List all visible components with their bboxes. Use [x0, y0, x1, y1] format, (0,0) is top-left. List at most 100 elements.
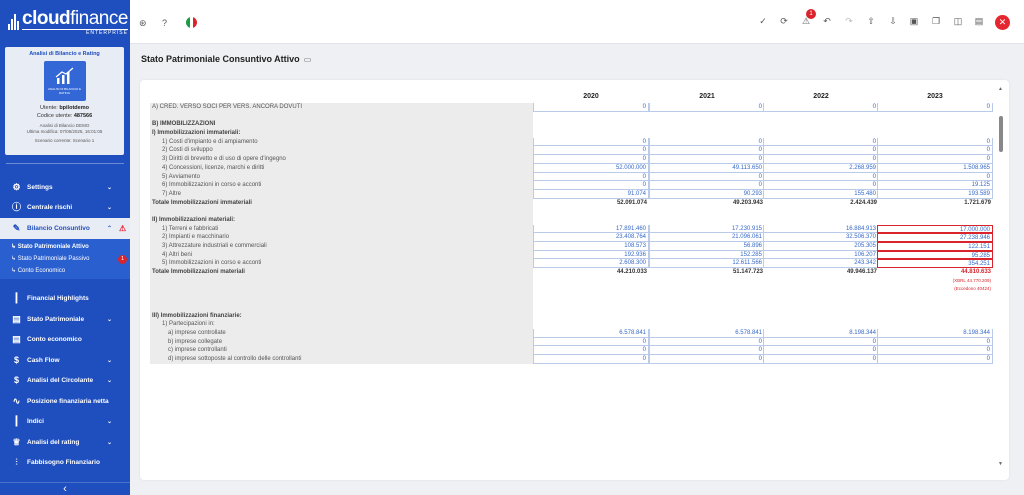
value-input[interactable]: 122.151	[877, 242, 993, 251]
value-input[interactable]: 0	[763, 103, 879, 112]
value-input[interactable]: 0	[533, 346, 649, 355]
value-input[interactable]: 17.000.000	[877, 224, 993, 234]
value-input[interactable]: 155.480	[763, 189, 879, 199]
menu-indici[interactable]: ┃ Indici ⌄	[0, 412, 130, 433]
document-icon[interactable]: ▭	[304, 55, 312, 64]
value-input[interactable]: 0	[533, 337, 649, 347]
value-input[interactable]: 2.608.300	[533, 259, 649, 269]
value-input[interactable]: 19.125	[877, 181, 993, 190]
value-input[interactable]: 193.589	[877, 189, 993, 199]
value-input[interactable]: 91.074	[533, 189, 649, 199]
value-input[interactable]: 32.506.370	[763, 233, 879, 242]
undo-icon[interactable]: ↶	[820, 16, 834, 27]
value-input[interactable]: 192.936	[533, 250, 649, 260]
value-input[interactable]: 0	[877, 346, 993, 355]
value-input[interactable]: 0	[877, 172, 993, 182]
columns-icon[interactable]: ◫	[951, 16, 965, 27]
value-input[interactable]: 0	[649, 346, 765, 355]
value-input[interactable]: 8.198.344	[877, 328, 993, 338]
value-input[interactable]: 0	[763, 337, 879, 347]
value-input[interactable]: 0	[877, 137, 993, 147]
copy-icon[interactable]: ❐	[929, 16, 943, 27]
value-input[interactable]: 17.230.915	[649, 224, 765, 234]
value-input[interactable]: 0	[533, 103, 649, 112]
value-input[interactable]: 354.251	[877, 259, 993, 269]
value-input[interactable]: 0	[533, 172, 649, 182]
scroll-down-icon[interactable]: ▼	[997, 461, 1004, 467]
scrollbar-thumb[interactable]	[999, 116, 1003, 152]
value-input[interactable]: 0	[763, 181, 879, 190]
value-input[interactable]: 52.000.000	[533, 163, 649, 173]
value-input[interactable]: 0	[533, 354, 649, 364]
value-input[interactable]: 2.268.959	[763, 163, 879, 173]
value-input[interactable]: 8.198.344	[763, 328, 879, 338]
app-logo[interactable]: cloudfinance ENTERPRISE	[0, 0, 130, 44]
value-input[interactable]: 243.342	[763, 259, 879, 269]
value-input[interactable]: 6.578.841	[533, 328, 649, 338]
value-input[interactable]: 0	[533, 181, 649, 190]
value-input[interactable]: 0	[533, 137, 649, 147]
value-input[interactable]: 0	[649, 137, 765, 147]
value-input[interactable]: 0	[763, 346, 879, 355]
value-input[interactable]: 0	[649, 172, 765, 182]
value-input[interactable]: 12.611.566	[649, 259, 765, 269]
menu-posizione-finanziaria[interactable]: ∿ Posizione finanziaria netta	[0, 391, 130, 412]
value-input[interactable]: 0	[533, 155, 649, 164]
value-input[interactable]: 0	[649, 103, 765, 112]
value-input[interactable]: 0	[877, 146, 993, 156]
menu-bilancio-consuntivo[interactable]: ✎ Bilancio Consuntivo ⌃ ⚠	[0, 218, 130, 239]
help-icon[interactable]: ?	[162, 18, 167, 28]
menu-cash-flow[interactable]: $ Cash Flow ⌄	[0, 350, 130, 371]
value-input[interactable]: 108.573	[533, 242, 649, 251]
value-input[interactable]: 0	[763, 146, 879, 156]
notes-icon[interactable]: ▤	[972, 16, 986, 27]
value-input[interactable]: 0	[649, 155, 765, 164]
menu-stato-patrimoniale[interactable]: ▤ Stato Patrimoniale ⌄	[0, 309, 130, 330]
support-icon[interactable]: ⊛	[139, 18, 147, 29]
menu-analisi-circolante[interactable]: $ Analisi del Circolante ⌄	[0, 371, 130, 392]
value-input[interactable]: 27.238.946	[877, 233, 993, 242]
menu-financial-highlights[interactable]: ┃ Financial Highlights	[0, 289, 130, 310]
value-input[interactable]: 21.096.061	[649, 233, 765, 242]
value-input[interactable]: 0	[649, 146, 765, 156]
value-input[interactable]: 16.884.913	[763, 224, 879, 234]
value-input[interactable]: 0	[877, 155, 993, 164]
check-icon[interactable]: ✓	[756, 16, 770, 27]
value-input[interactable]: 0	[763, 137, 879, 147]
submenu-stato-passivo[interactable]: ↳ Stato Patrimoniale Passivo 1	[0, 253, 130, 265]
download-icon[interactable]: ⇩	[886, 16, 900, 27]
value-input[interactable]: 0	[763, 172, 879, 182]
value-input[interactable]: 0	[763, 155, 879, 164]
value-input[interactable]: 95.285	[877, 250, 993, 260]
redo-icon[interactable]: ↷	[842, 16, 856, 27]
value-input[interactable]: 6.578.841	[649, 328, 765, 338]
submenu-stato-attivo[interactable]: ↳ Stato Patrimoniale Attivo	[0, 241, 130, 253]
alert-button[interactable]: ⚠ 1	[799, 9, 816, 27]
value-input[interactable]: 0	[877, 337, 993, 347]
value-input[interactable]: 0	[649, 181, 765, 190]
collapse-sidebar-button[interactable]: ‹	[0, 482, 130, 495]
value-input[interactable]: 0	[533, 146, 649, 156]
value-input[interactable]: 1.508.965	[877, 163, 993, 173]
refresh-icon[interactable]: ⟳	[777, 16, 791, 27]
table-scrollbar[interactable]: ▲ ▼	[997, 86, 1004, 467]
save-icon[interactable]: ▣	[907, 16, 921, 27]
value-input[interactable]: 0	[763, 354, 879, 364]
menu-analisi-rating[interactable]: ♕ Analisi del rating ⌄	[0, 432, 130, 453]
menu-centrale-rischi[interactable]: ⓘ Centrale rischi ⌄	[0, 198, 130, 219]
value-input[interactable]: 23.408.764	[533, 233, 649, 242]
analysis-thumbnail[interactable]: ANALISI DI BILANCIO E RATING	[43, 61, 86, 101]
value-input[interactable]: 0	[649, 337, 765, 347]
value-input[interactable]: 56.896	[649, 242, 765, 251]
value-input[interactable]: 0	[877, 103, 993, 112]
value-input[interactable]: 0	[649, 354, 765, 364]
value-input[interactable]: 17.891.460	[533, 224, 649, 234]
close-button[interactable]: ✕	[995, 15, 1010, 30]
italian-flag-icon[interactable]	[186, 17, 197, 28]
scroll-up-icon[interactable]: ▲	[997, 86, 1004, 92]
value-input[interactable]: 205.305	[763, 242, 879, 251]
value-input[interactable]: 152.285	[649, 250, 765, 260]
menu-settings[interactable]: ⚙ Settings ⌄	[0, 177, 130, 198]
menu-conto-economico[interactable]: ▤ Conto economico	[0, 330, 130, 351]
value-input[interactable]: 106.207	[763, 250, 879, 260]
